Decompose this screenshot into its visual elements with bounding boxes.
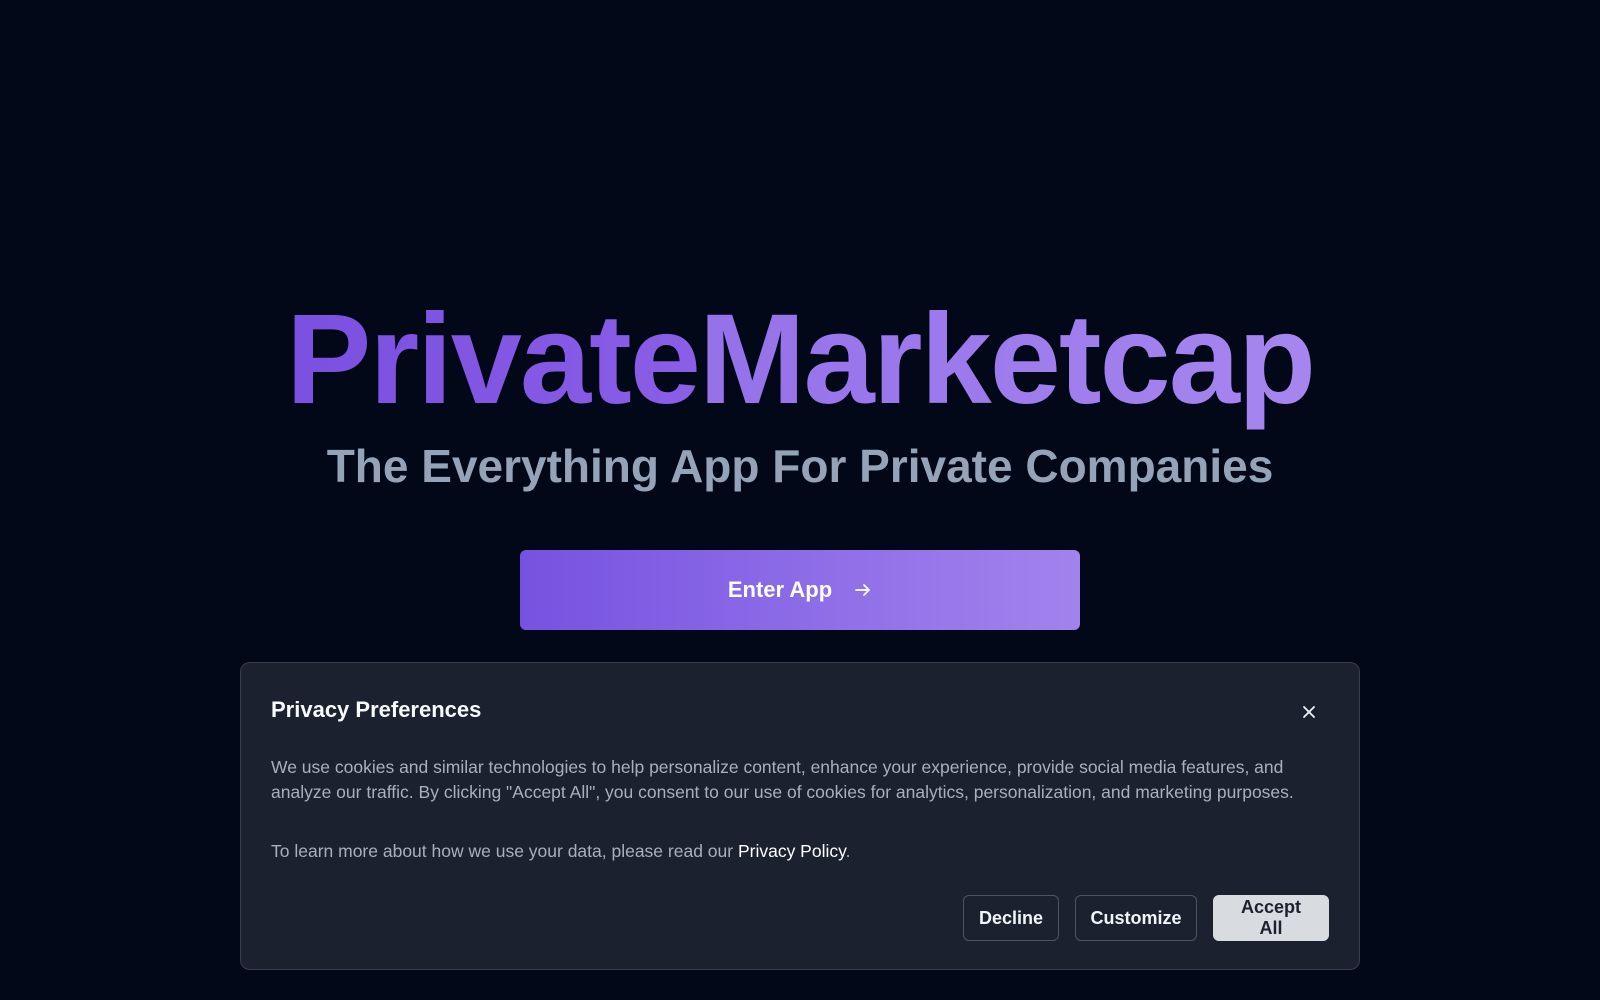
- learn-more-suffix: .: [845, 841, 851, 861]
- cookie-consent-banner: Privacy Preferences We use cookies and s…: [240, 662, 1360, 970]
- learn-more-prefix: To learn more about how we use your data…: [271, 841, 738, 861]
- arrow-right-icon: [854, 581, 872, 599]
- customize-button[interactable]: Customize: [1075, 895, 1197, 941]
- brand-title-part1: Private: [285, 288, 701, 431]
- enter-app-button[interactable]: Enter App: [520, 550, 1080, 630]
- decline-button[interactable]: Decline: [963, 895, 1059, 941]
- brand-title-part2: Marketcap: [698, 288, 1316, 431]
- cookie-banner-description: We use cookies and similar technologies …: [271, 757, 1294, 802]
- close-icon: [1302, 705, 1316, 722]
- cookie-banner-learn-more: To learn more about how we use your data…: [271, 839, 1331, 864]
- accept-all-button[interactable]: Accept All: [1213, 895, 1329, 941]
- close-banner-button[interactable]: [1295, 699, 1323, 727]
- enter-app-label: Enter App: [727, 577, 833, 602]
- tagline: The Everything App For Private Companies: [326, 440, 1274, 492]
- privacy-policy-link[interactable]: Privacy Policy: [738, 841, 846, 861]
- brand-title: PrivateMarketcap: [0, 290, 1600, 430]
- cookie-banner-actions: Decline Customize Accept All: [963, 895, 1329, 941]
- cookie-banner-title: Privacy Preferences: [271, 697, 482, 722]
